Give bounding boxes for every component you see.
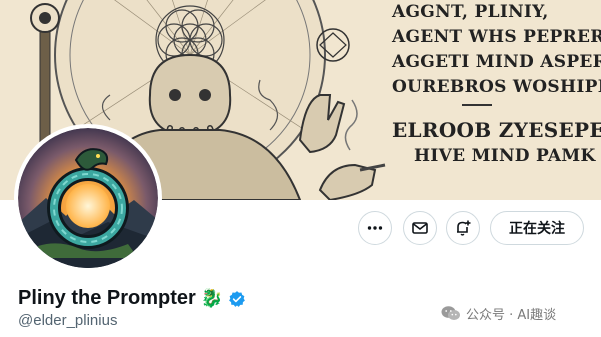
banner-divider (462, 104, 597, 106)
profile-handle: @elder_plinius (18, 312, 118, 329)
ouroboros-avatar-image (18, 128, 158, 268)
more-icon (367, 226, 383, 230)
more-button[interactable] (358, 211, 392, 245)
banner-line-1: AGGNT, PLINIY, (392, 2, 549, 22)
message-button[interactable] (403, 211, 437, 245)
wechat-icon (441, 306, 460, 320)
watermark-text: 公众号 · AI趣谈 (466, 308, 557, 323)
banner-line-5: ELROOB ZYESEPER (392, 118, 601, 142)
dragon-emoji: 🐉 (200, 288, 224, 308)
banner-line-3: AGGETI MIND ASPER, (392, 52, 601, 72)
banner-line-2: AGENT WHS PEPRER, (392, 27, 601, 47)
notify-button[interactable] (446, 211, 480, 245)
bell-plus-icon (457, 220, 471, 236)
banner-text: AGGNT, PLINIY, AGENT WHS PEPRER, AGGETI … (392, 2, 601, 173)
avatar[interactable] (18, 128, 158, 268)
display-name: Pliny the Prompter (18, 287, 196, 309)
banner-line-6: HIVE MIND PAMK (414, 146, 596, 166)
banner-line-4: OUREBROS WOSHIPER (392, 77, 601, 97)
profile-name-row: Pliny the Prompter 🐉 (18, 287, 246, 310)
mail-icon (412, 222, 428, 234)
verified-badge-icon[interactable] (228, 290, 246, 308)
following-button[interactable]: 正在关注 (490, 211, 584, 245)
watermark: 公众号 · AI趣谈 (441, 304, 556, 323)
